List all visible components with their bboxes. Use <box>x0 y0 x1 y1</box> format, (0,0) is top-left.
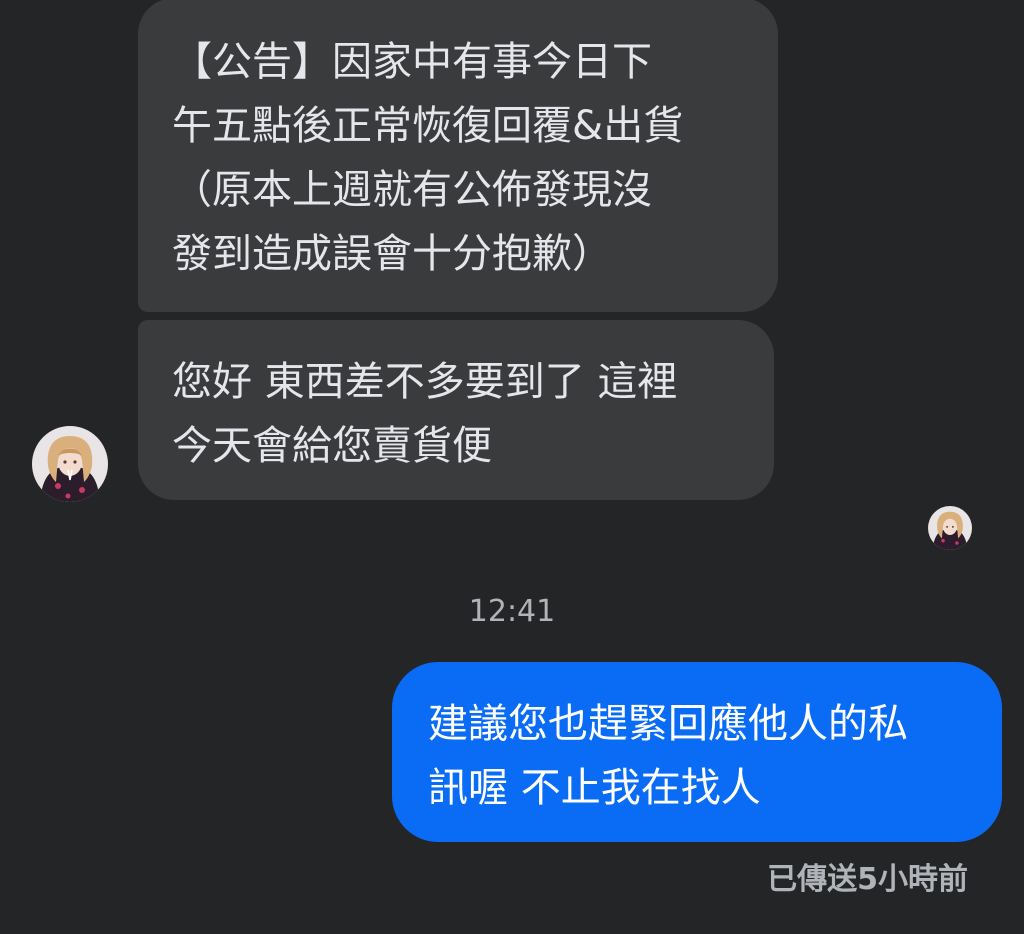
outgoing-message-bubble[interactable]: 建議您也趕緊回應他人的私 訊喔 不止我在找人 <box>392 662 1002 842</box>
seen-avatar-icon <box>928 506 972 550</box>
incoming-message-bubble[interactable]: 您好 東西差不多要到了 這裡 今天會給您賣貨便 <box>138 320 774 500</box>
contact-avatar-icon[interactable] <box>32 426 108 502</box>
message-timestamp: 12:41 <box>468 594 556 629</box>
delivery-status: 已傳送5小時前 <box>767 862 968 897</box>
incoming-message-bubble[interactable]: 【公告】因家中有事今日下 午五點後正常恢復回覆&出貨 （原本上週就有公佈發現沒 … <box>138 0 778 312</box>
chat-thread: 【公告】因家中有事今日下 午五點後正常恢復回覆&出貨 （原本上週就有公佈發現沒 … <box>0 0 1024 934</box>
